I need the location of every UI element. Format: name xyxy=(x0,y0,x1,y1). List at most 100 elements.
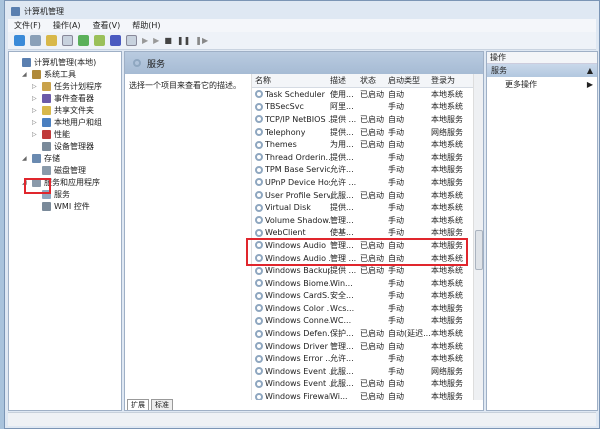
menu-view[interactable]: 查看(V) xyxy=(93,20,121,31)
service-cell: 手动 xyxy=(388,215,404,225)
service-name-text: Windows CardS... xyxy=(265,291,330,301)
vertical-scrollbar[interactable] xyxy=(473,74,483,400)
tree-item[interactable]: 计算机管理(本地) xyxy=(9,56,121,68)
tree-item[interactable]: 设备管理器 xyxy=(9,140,121,152)
computer-management-icon xyxy=(11,6,20,16)
tree-item[interactable]: ▷ 本地用户和组 xyxy=(9,116,121,128)
service-row[interactable]: Telephony 提供... 已启动 手动 网络服务 xyxy=(252,126,483,139)
column-description[interactable]: 描述 xyxy=(330,75,360,86)
tree-item[interactable]: ◢ 存储 xyxy=(9,152,121,164)
service-row[interactable]: TBSecSvc 阿里... 手动 本地系统 xyxy=(252,101,483,114)
collapse-icon[interactable]: ▲ xyxy=(587,66,593,75)
tree-node-icon xyxy=(42,81,51,91)
service-row[interactable]: Windows Color ... Wcs... 手动 本地服务 xyxy=(252,302,483,315)
menu-action[interactable]: 操作(A) xyxy=(53,20,81,31)
service-row[interactable]: Windows Firewall Wi... 已启动 自动 本地服务 xyxy=(252,390,483,400)
service-row[interactable]: TPM Base Servic...允许... 手动 本地服务 xyxy=(252,164,483,177)
stop-icon[interactable]: ■ xyxy=(164,36,172,45)
view-tabs: 扩展 标准 xyxy=(127,399,173,410)
service-icon xyxy=(255,329,263,338)
service-cell: 本地系统 xyxy=(431,215,463,225)
actions-section-services[interactable]: 服务 ▲ xyxy=(487,64,597,77)
tree-item[interactable]: ▷ 任务计划程序 xyxy=(9,80,121,92)
expand-arrow-icon[interactable]: ▷ xyxy=(32,107,39,114)
up-folder-icon[interactable] xyxy=(46,35,57,46)
tree-item[interactable]: ▷ 共享文件夹 xyxy=(9,104,121,116)
service-cell: 自动 xyxy=(388,140,404,150)
service-name-text: Windows Biome... xyxy=(265,278,330,288)
tree-item[interactable]: ▷ 事件查看器 xyxy=(9,92,121,104)
tree-item[interactable]: ◢ 系统工具 xyxy=(9,68,121,80)
tab-extended[interactable]: 扩展 xyxy=(127,399,149,410)
column-log-on-as[interactable]: 登录为 xyxy=(431,75,471,86)
service-cell: 使基... xyxy=(330,228,354,238)
restart-icon[interactable]: ❚▶ xyxy=(195,36,208,45)
service-cell: 自动 xyxy=(388,379,404,389)
service-row[interactable]: Windows Biome... Win... 手动 本地系统 xyxy=(252,277,483,290)
service-row[interactable]: User Profile Serv...此服... 已启动自动 本地系统 xyxy=(252,189,483,202)
tree-node-icon xyxy=(42,105,51,115)
service-row[interactable]: Windows Conne... WC... 手动 本地服务 xyxy=(252,315,483,328)
service-cell: 本地系统 xyxy=(431,291,463,301)
service-row[interactable]: Windows Defen... 保护... 已启动 自动(延迟... 本地系统 xyxy=(252,327,483,340)
service-row[interactable]: Windows Backup 提供 ... 已启动 手动 本地系统 xyxy=(252,264,483,277)
more-actions-item[interactable]: 更多操作 ▶ xyxy=(487,77,597,91)
expand-arrow-icon[interactable]: ◢ xyxy=(22,155,29,162)
service-name: Windows Color ... xyxy=(252,304,330,313)
service-name-text: Windows Error ... xyxy=(265,354,330,364)
tree-item[interactable]: 磁盘管理 xyxy=(9,164,121,176)
service-cell: 本地系统 xyxy=(431,203,463,213)
service-name: Windows Defen... xyxy=(252,329,330,338)
export-list-icon[interactable] xyxy=(94,35,105,46)
service-cell: 允许 ... xyxy=(330,177,357,187)
service-row[interactable]: Windows Event ... 此服... 手动 网络服务 xyxy=(252,365,483,378)
service-cell: 使用... xyxy=(330,89,354,99)
expand-arrow-icon[interactable]: ▷ xyxy=(32,131,39,138)
menu-help[interactable]: 帮助(H) xyxy=(132,20,160,31)
service-cell: 此服... xyxy=(330,190,354,200)
service-row[interactable]: Virtual Disk 提供... 手动 本地系统 xyxy=(252,201,483,214)
column-startup-type[interactable]: 启动类型 xyxy=(388,75,431,86)
expand-arrow-icon[interactable]: ▷ xyxy=(32,119,39,126)
service-row[interactable]: Windows Event ... 此服... 已启动 自动 本地服务 xyxy=(252,378,483,391)
service-name: TPM Base Servic... xyxy=(252,165,330,174)
menu-file[interactable]: 文件(F) xyxy=(14,20,41,31)
tree-item[interactable]: WMI 控件 xyxy=(9,200,121,212)
service-icon xyxy=(255,279,263,288)
column-name[interactable]: 名称 xyxy=(252,75,330,86)
help-icon[interactable] xyxy=(110,35,121,46)
service-icon xyxy=(255,102,263,111)
service-row[interactable]: Windows CardS... 安全... 手动 本地系统 xyxy=(252,290,483,303)
tree-item-label: 磁盘管理 xyxy=(54,165,86,175)
back-icon[interactable] xyxy=(14,35,25,46)
tree-item[interactable]: ▷ 性能 xyxy=(9,128,121,140)
start-icon[interactable]: ▶ xyxy=(142,36,148,45)
tree-node-icon xyxy=(32,153,41,163)
forward-icon[interactable] xyxy=(30,35,41,46)
expand-arrow-icon[interactable]: ▷ xyxy=(32,95,39,102)
expand-arrow-icon[interactable]: ◢ xyxy=(22,71,29,78)
refresh-icon[interactable] xyxy=(78,35,89,46)
service-row[interactable]: Thread Orderin... 提供... 手动 本地服务 xyxy=(252,151,483,164)
service-row[interactable]: Windows Error ... 允许... 手动 本地系统 xyxy=(252,352,483,365)
show-hide-tree-icon[interactable] xyxy=(62,35,73,46)
menu-bar: 文件(F) 操作(A) 查看(V) 帮助(H) xyxy=(8,19,596,32)
tree-node-icon xyxy=(22,57,31,67)
column-status[interactable]: 状态 xyxy=(360,75,388,86)
service-row[interactable]: Volume Shadow... 管理... 手动 本地系统 xyxy=(252,214,483,227)
service-row[interactable]: TCP/IP NetBIOS ... 提供 ... 已启动 自动 本地服务 xyxy=(252,113,483,126)
show-action-pane-icon[interactable] xyxy=(126,35,137,46)
scrollbar-thumb[interactable] xyxy=(475,230,483,270)
pause-icon[interactable]: ❚❚ xyxy=(177,36,190,45)
tree-item-label: 本地用户和组 xyxy=(54,117,102,127)
tab-standard[interactable]: 标准 xyxy=(151,399,173,410)
start-alt-icon[interactable]: ▶ xyxy=(153,36,159,45)
service-row[interactable]: Windows Driver ...管理... 已启动自动 本地系统 xyxy=(252,340,483,353)
service-row[interactable]: Themes 为用... 已启动 自动 本地系统 xyxy=(252,138,483,151)
service-name-text: TBSecSvc xyxy=(265,102,304,112)
service-name-text: Themes xyxy=(265,140,297,150)
expand-arrow-icon[interactable]: ▷ xyxy=(32,83,39,90)
service-name: Windows Driver ... xyxy=(252,342,330,351)
service-row[interactable]: Task Scheduler 使用... 已启动 自动 本地系统 xyxy=(252,88,483,101)
service-row[interactable]: UPnP Device Host 允许 ... 手动 本地服务 xyxy=(252,176,483,189)
